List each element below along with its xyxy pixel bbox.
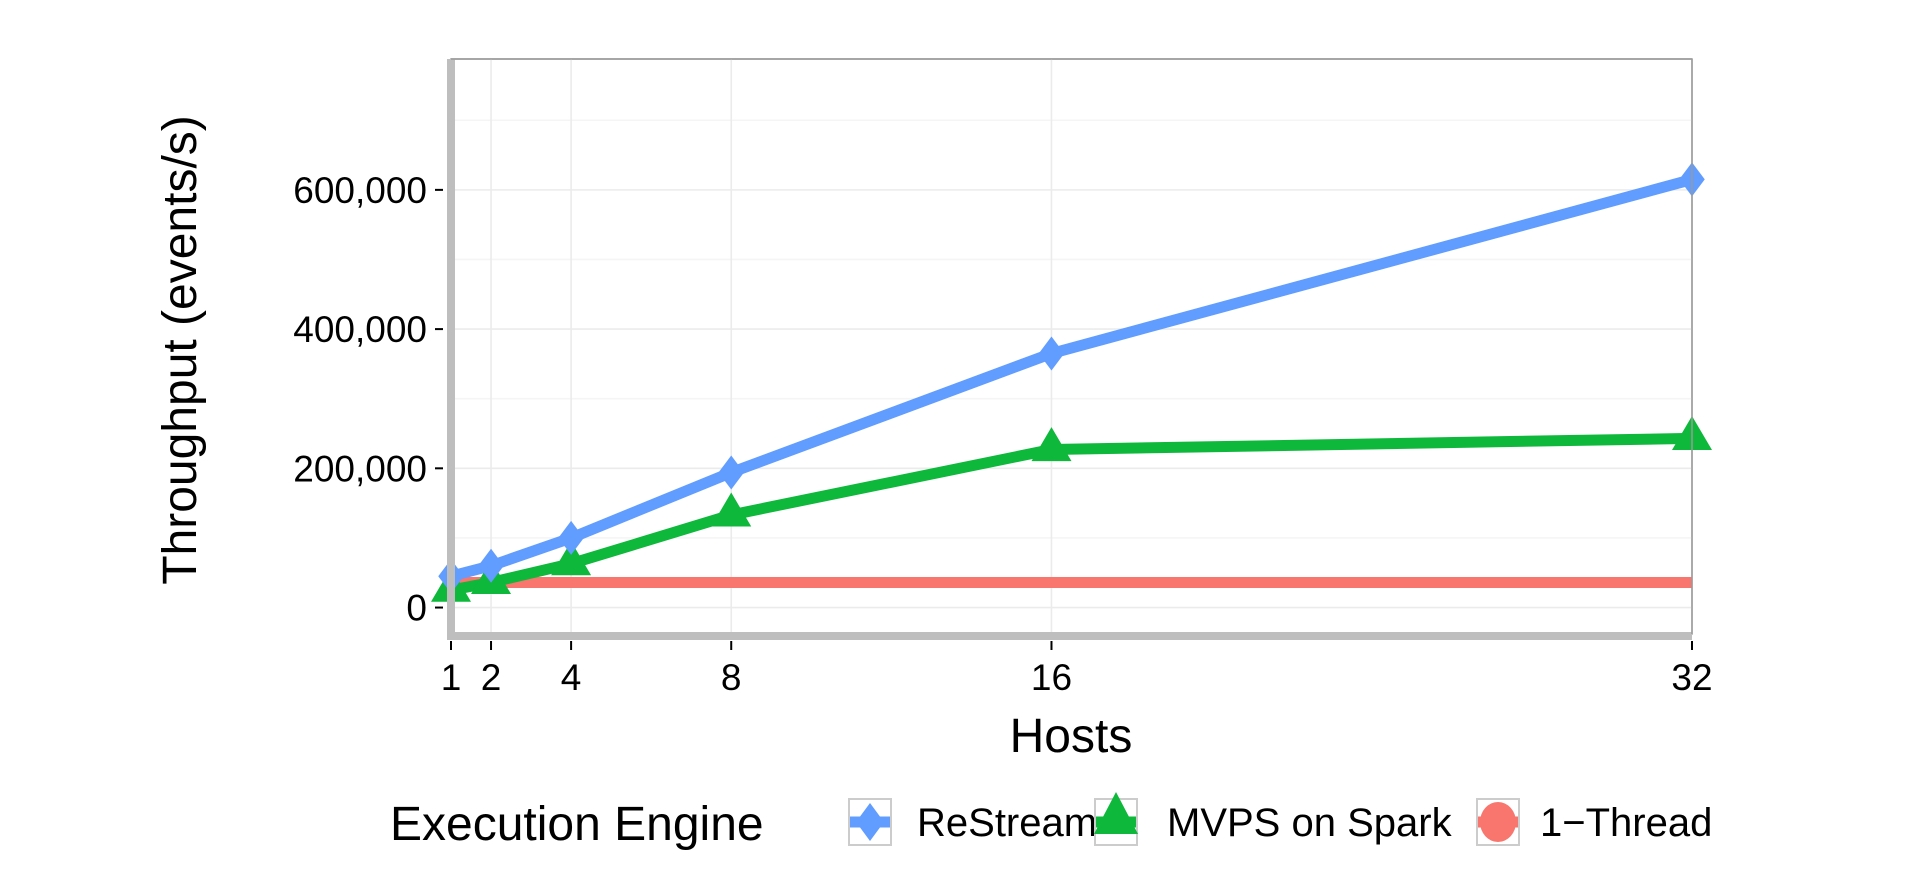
legend-item-1-thread: 1−Thread <box>1476 798 1712 846</box>
legend-label: MVPS on Spark <box>1167 801 1453 845</box>
y-tick-label: 600,000 <box>293 170 427 211</box>
legend-item-mvps-on-spark: MVPS on Spark <box>1094 792 1453 846</box>
throughput-chart: 0 200,000 400,000 600,000 1 2 4 8 16 32 Hosts Th… <box>154 58 1713 851</box>
x-tick-label: 2 <box>481 657 502 698</box>
legend-label: ReStream <box>917 801 1097 845</box>
x-axis-line <box>447 632 1692 640</box>
x-axis-ticks: 1 2 4 8 16 32 <box>441 641 1713 698</box>
legend: Execution Engine ReStream MVPS on Spark 1−… <box>390 792 1712 851</box>
x-tick-label: 1 <box>441 657 462 698</box>
y-axis-line <box>447 59 455 638</box>
y-axis-ticks: 0 200,000 400,000 600,000 <box>293 170 443 629</box>
x-axis-title: Hosts <box>1010 710 1133 763</box>
legend-label: 1−Thread <box>1540 801 1712 845</box>
y-tick-label: 200,000 <box>293 448 427 489</box>
x-tick-label: 4 <box>561 657 582 698</box>
x-tick-label: 8 <box>721 657 742 698</box>
y-tick-label: 0 <box>406 588 427 629</box>
y-axis-title: Throughput (events/s) <box>154 115 207 585</box>
legend-item-restream: ReStream <box>848 798 1097 846</box>
circle-marker-icon <box>1480 802 1516 842</box>
x-tick-label: 32 <box>1671 657 1712 698</box>
x-tick-label: 16 <box>1031 657 1072 698</box>
y-tick-label: 400,000 <box>293 309 427 350</box>
legend-title: Execution Engine <box>390 798 764 851</box>
